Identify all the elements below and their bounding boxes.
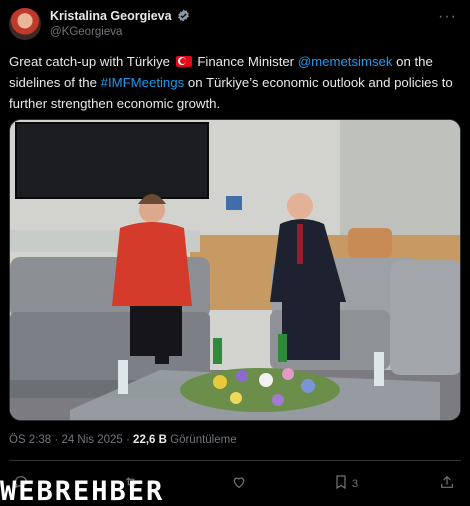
author-avatar[interactable]: [9, 8, 41, 40]
like-icon[interactable]: [231, 474, 247, 493]
hashtag-link[interactable]: #IMFMeetings: [101, 75, 185, 90]
author-handle[interactable]: @KGeorgieva: [50, 26, 122, 38]
meta-separator: ·: [51, 434, 62, 446]
turkey-flag-icon: [175, 56, 192, 67]
tweet-header: Kristalina Georgieva @KGeorgieva ···: [9, 8, 461, 42]
tweet-photo[interactable]: [9, 119, 461, 421]
bookmark-icon[interactable]: [333, 474, 349, 493]
view-count: 22,6 B: [133, 434, 167, 446]
author-name-line[interactable]: Kristalina Georgieva: [50, 9, 190, 25]
bookmark-count: 3: [352, 478, 359, 490]
tweet-time[interactable]: ÖS 2:38: [9, 434, 51, 446]
divider: [9, 460, 461, 461]
share-icon[interactable]: [439, 474, 455, 493]
tweet-text-part: Great catch-up with Türkiye: [9, 54, 174, 69]
watermark-logo: WEBREHBER: [0, 476, 165, 506]
tweet-meta: ÖS 2:38 · 24 Nis 2025 · 22,6 B Görüntüle…: [9, 434, 237, 446]
tweet-text-part: Finance Minister: [193, 54, 298, 69]
tweet-text: Great catch-up with Türkiye Finance Mini…: [9, 51, 461, 114]
meta-separator: ·: [122, 434, 134, 446]
verified-badge-icon: [177, 9, 190, 25]
tweet-date[interactable]: 24 Nis 2025: [61, 434, 122, 446]
more-options-icon[interactable]: ···: [438, 8, 457, 26]
author-name[interactable]: Kristalina Georgieva: [50, 9, 172, 23]
mention-link[interactable]: @memetsimsek: [298, 54, 393, 69]
view-count-label: Görüntüleme: [166, 434, 237, 446]
